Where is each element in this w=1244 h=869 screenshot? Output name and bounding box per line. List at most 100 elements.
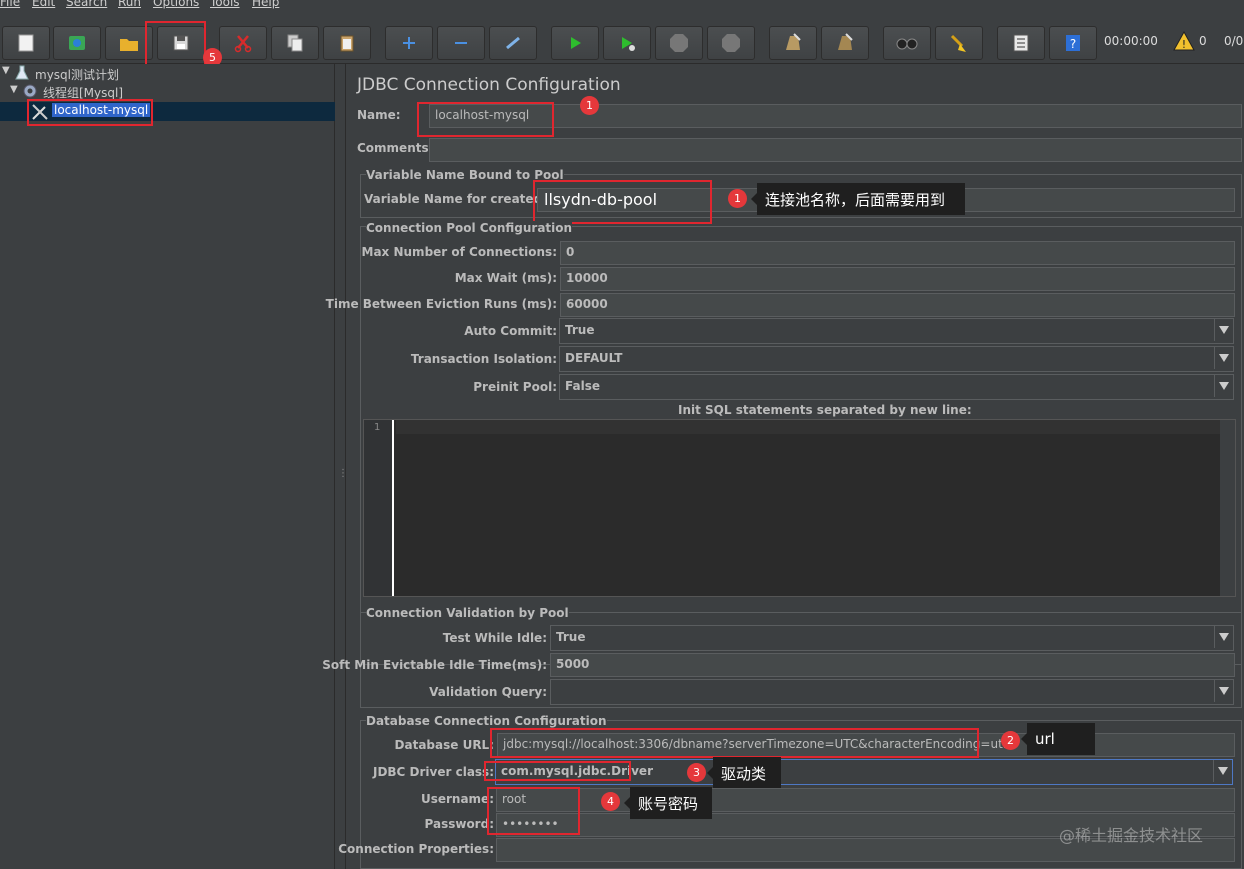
callout-url: url — [1021, 723, 1095, 755]
menu-options[interactable]: Options — [153, 0, 199, 9]
connection-properties-label: Connection Properties: — [338, 842, 494, 856]
test-idle-select[interactable]: True — [550, 625, 1234, 651]
copy-button[interactable] — [271, 26, 319, 60]
menu-edit[interactable]: Edit — [32, 0, 55, 9]
menu-bar: File Edit Search Run Options Tools Help — [0, 0, 1244, 14]
annotation-box-pool-name — [533, 180, 712, 224]
comments-label: Comments: — [357, 141, 434, 155]
jdbc-config-panel: JDBC Connection Configuration Name: loca… — [322, 64, 1244, 869]
init-sql-label: Init SQL statements separated by new lin… — [678, 403, 972, 417]
validation-query-label: Validation Query: — [429, 685, 547, 699]
panel-splitter[interactable]: ⋮ — [336, 64, 348, 869]
validation-query-select[interactable] — [550, 679, 1234, 705]
annotation-box-account — [487, 787, 580, 835]
start-no-pause-button[interactable] — [603, 26, 651, 60]
db-group-title: Database Connection Configuration — [366, 714, 607, 728]
auto-commit-label: Auto Commit: — [464, 324, 557, 338]
username-label: Username: — [420, 792, 494, 806]
cut-button[interactable] — [219, 26, 267, 60]
warning-icon[interactable]: ! — [1173, 31, 1195, 51]
shutdown-button[interactable] — [707, 26, 755, 60]
isolation-label: Transaction Isolation: — [410, 352, 557, 366]
tree-item-test-plan[interactable]: mysql测试计划 — [35, 66, 119, 83]
badge-2: 2 — [1001, 731, 1020, 750]
db-url-label: Database URL: — [394, 738, 494, 752]
toggle-button[interactable] — [489, 26, 537, 60]
line-number: 1 — [374, 422, 381, 433]
editor-scrollbar[interactable] — [1220, 420, 1235, 596]
tree-expand-group-icon[interactable]: ▼ — [10, 84, 18, 95]
chevron-down-icon[interactable] — [1214, 626, 1233, 648]
max-connections-field[interactable]: 0 — [560, 241, 1235, 265]
help-button[interactable]: ? — [1049, 26, 1097, 60]
name-label: Name: — [357, 108, 401, 122]
start-icon — [571, 37, 581, 49]
new-icon — [18, 34, 34, 52]
chevron-down-icon[interactable] — [1214, 375, 1233, 397]
function-helper-icon — [1013, 34, 1029, 52]
search-icon — [896, 38, 918, 50]
reset-search-icon — [950, 34, 966, 52]
clear-all-button[interactable] — [821, 26, 869, 60]
collapse-button[interactable] — [437, 26, 485, 60]
annotation-box-tree — [27, 99, 153, 126]
new-button[interactable] — [2, 26, 50, 60]
test-idle-label: Test While Idle: — [442, 631, 547, 645]
search-button[interactable] — [883, 26, 931, 60]
start-button[interactable] — [551, 26, 599, 60]
chevron-down-icon[interactable] — [1213, 760, 1232, 782]
eviction-field[interactable]: 60000 — [560, 293, 1235, 317]
annotation-box-url — [490, 728, 979, 758]
badge-1-name: 1 — [580, 96, 599, 115]
chevron-down-icon[interactable] — [1214, 680, 1233, 702]
eviction-label: Time Between Eviction Runs (ms): — [325, 297, 557, 311]
validation-group-title: Connection Validation by Pool — [366, 606, 569, 620]
menu-help[interactable]: Help — [252, 0, 279, 9]
soft-min-field[interactable]: 5000 — [550, 653, 1235, 677]
toolbar: ? 00:00:00 ! 0 0/0 5 — [0, 14, 1244, 67]
watermark: @稀土掘金技术社区 — [1059, 826, 1204, 845]
templates-icon — [69, 36, 85, 50]
menu-tools[interactable]: Tools — [210, 0, 240, 9]
templates-button[interactable] — [53, 26, 101, 60]
clear-icon — [786, 33, 801, 50]
init-sql-editor[interactable]: 1 — [363, 419, 1236, 597]
password-label: Password: — [424, 817, 495, 831]
paste-button[interactable] — [323, 26, 371, 60]
annotation-box-name — [417, 102, 554, 137]
flask-icon — [15, 65, 29, 80]
function-helper-button[interactable] — [997, 26, 1045, 60]
auto-commit-select[interactable]: True — [559, 318, 1234, 344]
menu-run[interactable]: Run — [118, 0, 141, 9]
max-wait-field[interactable]: 10000 — [560, 267, 1235, 291]
stop-button[interactable] — [655, 26, 703, 60]
preinit-value: False — [565, 379, 600, 393]
menu-search[interactable]: Search — [66, 0, 107, 9]
cut-icon — [234, 35, 252, 53]
isolation-select[interactable]: DEFAULT — [559, 346, 1234, 372]
reset-search-button[interactable] — [935, 26, 983, 60]
badge-4: 4 — [601, 792, 620, 811]
shutdown-icon — [722, 34, 740, 52]
expand-button[interactable] — [385, 26, 433, 60]
annotation-box-save — [145, 21, 206, 66]
comments-field[interactable] — [429, 138, 1242, 162]
auto-commit-value: True — [565, 323, 595, 337]
tree-expand-plan-icon[interactable]: ▼ — [2, 65, 10, 76]
test-idle-value: True — [556, 630, 586, 644]
thread-count: 0/0 — [1224, 34, 1244, 48]
menu-file[interactable]: File — [0, 0, 20, 9]
test-plan-tree: ▼ mysql测试计划 ▼ 线程组[Mysql] localhost-mysql — [0, 64, 335, 869]
chevron-down-icon[interactable] — [1214, 347, 1233, 369]
badge-3: 3 — [687, 763, 706, 782]
help-icon: ? — [1066, 35, 1080, 51]
callout-pool-name: 连接池名称，后面需要用到 — [751, 183, 965, 215]
max-wait-label: Max Wait (ms): — [454, 271, 557, 285]
clear-button[interactable] — [769, 26, 817, 60]
chevron-down-icon[interactable] — [1214, 319, 1233, 341]
preinit-select[interactable]: False — [559, 374, 1234, 400]
clear-all-icon — [838, 33, 853, 50]
annotation-box-driver — [484, 761, 631, 781]
panel-title: JDBC Connection Configuration — [357, 75, 621, 95]
current-line-highlight — [396, 420, 1220, 434]
